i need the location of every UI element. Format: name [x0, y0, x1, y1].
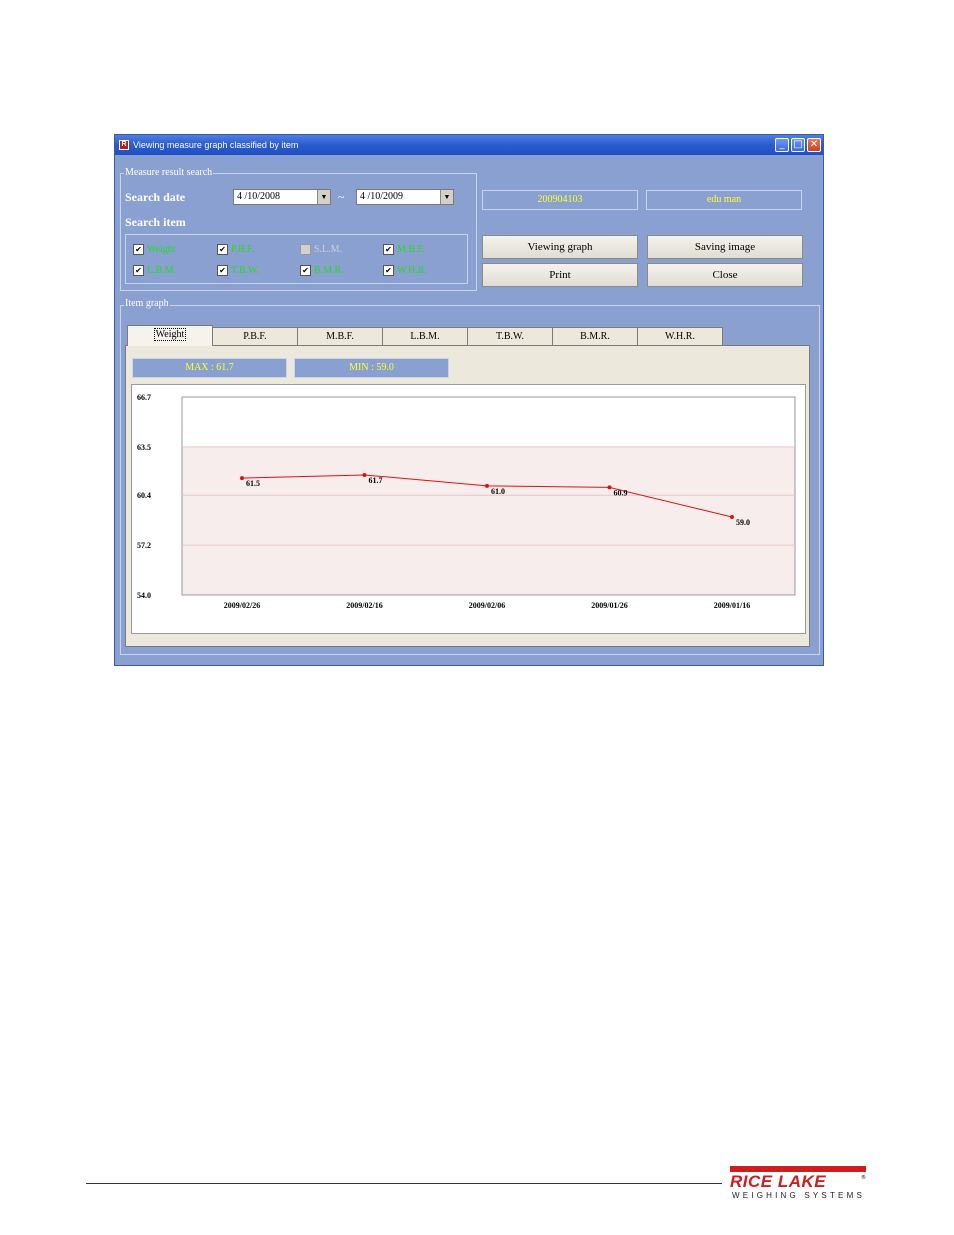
x-tick-label: 2009/02/16 [346, 601, 382, 610]
check-mark-icon: ✔ [383, 244, 394, 256]
maximize-button[interactable]: □ [791, 138, 805, 152]
search-group-label: Measure result search [124, 167, 214, 178]
data-label: 59.0 [736, 518, 750, 527]
chart-area: 66.7 63.5 60.4 57.2 54.0 2009/02/26 2009/02/16… [131, 384, 806, 634]
x-tick-label: 2009/01/26 [591, 601, 627, 610]
x-tick-label: 2009/02/06 [469, 601, 505, 610]
print-button[interactable]: Print [482, 263, 638, 287]
logo-tagline: WEIGHING SYSTEMS [732, 1191, 865, 1200]
checkbox-empty-icon: ✔ [300, 244, 311, 256]
weight-line-chart: 66.7 63.5 60.4 57.2 54.0 2009/02/26 2009/02/16… [137, 393, 796, 610]
data-point [485, 483, 489, 488]
search-date-label: Search date [125, 190, 186, 204]
tab-whr[interactable]: W.H.R. [637, 327, 723, 345]
data-point [240, 476, 244, 481]
check-mark-icon: ✔ [217, 265, 228, 277]
checkbox-pbf[interactable]: ✔ P.B.F. [217, 244, 254, 258]
check-mark-icon: ✔ [217, 244, 228, 256]
y-tick-label: 66.7 [137, 393, 151, 402]
checkbox-whr[interactable]: ✔ W.H.R. [383, 265, 427, 279]
tab-pbf[interactable]: P.B.F. [212, 327, 298, 345]
checkbox-mbf[interactable]: ✔ M.B.F. [383, 244, 425, 258]
footer-rule [86, 1183, 722, 1184]
data-point [362, 472, 367, 477]
user-name-field: edu man [646, 190, 802, 210]
tab-lbm[interactable]: L.B.M. [382, 327, 468, 345]
checkbox-lbm[interactable]: ✔ L.B.M. [133, 265, 176, 279]
rice-lake-logo: RICE LAKE ® WEIGHING SYSTEMS [730, 1166, 866, 1202]
app-icon: R [119, 140, 129, 150]
viewing-graph-button[interactable]: Viewing graph [482, 235, 638, 259]
data-point [607, 485, 612, 490]
title-bar[interactable]: R Viewing measure graph classified by it… [115, 135, 823, 155]
user-id-field: 200904103 [482, 190, 638, 210]
date-to-value: 4 /10/2009 [360, 191, 404, 202]
check-mark-icon: ✔ [133, 244, 144, 256]
min-value-box: MIN : 59.0 [294, 358, 449, 378]
minimize-button[interactable]: _ [775, 138, 789, 152]
tab-mbf[interactable]: M.B.F. [297, 327, 383, 345]
data-point [730, 515, 734, 520]
date-from-value: 4 /10/2008 [237, 191, 281, 202]
y-tick-label: 63.5 [137, 443, 151, 452]
window-title: Viewing measure graph classified by item [133, 140, 299, 150]
x-tick-label: 2009/01/16 [714, 601, 750, 610]
tab-bmr[interactable]: B.M.R. [552, 327, 638, 345]
max-value-box: MAX : 61.7 [132, 358, 287, 378]
checkbox-slm: ✔S.L.M. [300, 244, 342, 258]
checkbox-bmr[interactable]: ✔ B.M.R. [300, 265, 344, 279]
date-range-separator: ~ [338, 190, 345, 204]
check-mark-icon: ✔ [300, 265, 311, 277]
data-label: 61.5 [246, 479, 260, 488]
date-to-combo[interactable]: 4 /10/2009 ▼ [356, 189, 454, 205]
dropdown-arrow-icon[interactable]: ▼ [440, 190, 453, 204]
saving-image-button[interactable]: Saving image [647, 235, 803, 259]
data-label: 61.0 [491, 487, 505, 496]
check-mark-icon: ✔ [133, 265, 144, 277]
data-label: 60.9 [614, 488, 628, 497]
search-item-label: Search item [125, 215, 186, 229]
checkbox-tbw[interactable]: ✔ T.B.W. [217, 265, 259, 279]
x-tick-label: 2009/02/26 [224, 601, 260, 610]
y-tick-label: 57.2 [137, 541, 151, 550]
check-mark-icon: ✔ [383, 265, 394, 277]
logo-wordmark: RICE LAKE [730, 1172, 827, 1191]
close-button[interactable]: Close [647, 263, 803, 287]
chart-band [182, 446, 795, 595]
tab-weight[interactable]: Weight [127, 325, 213, 346]
dropdown-arrow-icon[interactable]: ▼ [317, 190, 330, 204]
checkbox-weight[interactable]: ✔ Weight [133, 244, 176, 258]
tab-panel: MAX : 61.7 MIN : 59.0 66.7 63.5 60.4 57.2 54… [125, 345, 810, 647]
app-window: R Viewing measure graph classified by it… [114, 134, 824, 666]
close-window-button[interactable]: ✕ [807, 138, 821, 152]
date-from-combo[interactable]: 4 /10/2008 ▼ [233, 189, 331, 205]
tab-tbw[interactable]: T.B.W. [467, 327, 553, 345]
registered-mark: ® [861, 1175, 866, 1181]
item-graph-group-label: Item graph [124, 298, 170, 309]
data-label: 61.7 [369, 476, 383, 485]
y-tick-label: 60.4 [137, 491, 151, 500]
y-tick-label: 54.0 [137, 591, 151, 600]
